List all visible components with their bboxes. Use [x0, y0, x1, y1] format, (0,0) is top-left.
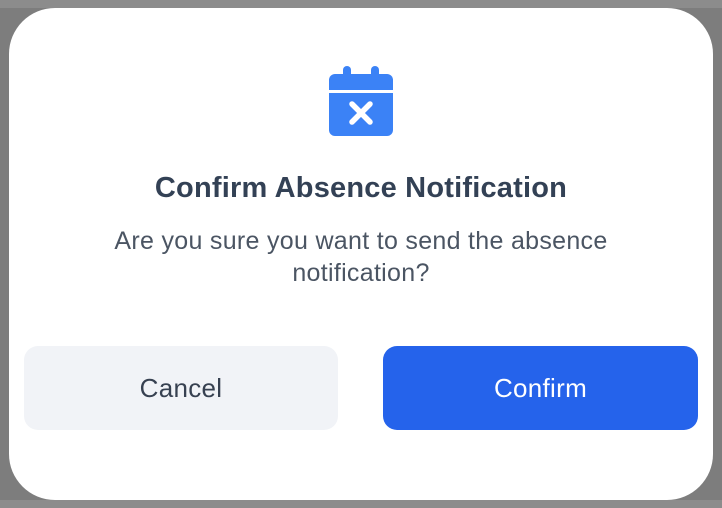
cancel-button[interactable]: Cancel [24, 346, 338, 430]
background-content-bottom [0, 500, 722, 508]
dialog-title: Confirm Absence Notification [154, 172, 568, 204]
dialog-message: Are you sure you want to send the absenc… [114, 227, 608, 287]
confirm-dialog: Confirm Absence Notification Are you sur… [9, 8, 713, 500]
calendar-x-icon [329, 66, 393, 136]
confirm-button[interactable]: Confirm [383, 346, 698, 430]
background-content-top [0, 0, 722, 8]
